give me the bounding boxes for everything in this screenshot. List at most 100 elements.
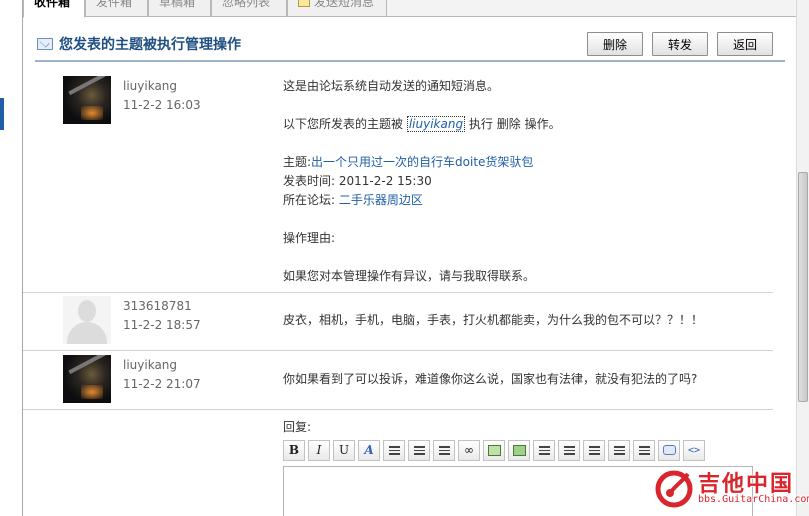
editor-toolbar: B I U A ∞ <> (283, 440, 723, 462)
unordered-list-icon (564, 446, 575, 455)
avatar-light (81, 106, 103, 120)
notice-footer: 如果您对本管理操作有异议，请与我取得联系。 (283, 269, 536, 283)
bold-button[interactable]: B (283, 440, 305, 461)
message-divider (23, 292, 773, 293)
message-time: 11-2-2 16:03 (123, 98, 201, 112)
outdent-button[interactable] (608, 440, 630, 461)
italic-icon: I (316, 443, 322, 457)
watermark-url: bbs.GuitarChina.com (698, 494, 809, 505)
notice-intro: 这是由论坛系统自动发送的通知短消息。 (283, 79, 500, 93)
operator-link[interactable]: liuyikang (406, 116, 466, 132)
indent-icon (589, 446, 600, 455)
delete-button[interactable]: 删除 (587, 32, 643, 56)
message-divider (23, 350, 773, 351)
align-right-icon (439, 446, 450, 455)
avatar[interactable] (63, 355, 111, 403)
reason-label: 操作理由: (283, 231, 336, 245)
operation-suffix: 操作。 (524, 117, 561, 131)
operation-line: 以下您所发表的主题被 liuyikang 执行 删除 操作。 (283, 115, 763, 134)
posttime-label: 发表时间: (283, 174, 336, 188)
align-left-button[interactable] (383, 440, 405, 461)
tab-send-message[interactable]: 发送短消息 (287, 0, 387, 17)
forward-button[interactable]: 转发 (652, 32, 708, 56)
message-header: 您发表的主题被执行管理操作 删除 转发 返回 (35, 30, 785, 62)
message-body: 皮衣，相机，手机，电脑，手表，打火机都能卖，为什么我的包不可以？？！！ (283, 311, 763, 330)
quote-icon (663, 445, 676, 455)
message-time: 11-2-2 18:57 (123, 318, 201, 332)
align-left-icon (389, 446, 400, 455)
posttime-value: 2011-2-2 15:30 (338, 174, 432, 188)
operation-prefix: 以下您所发表的主题被 (283, 117, 404, 131)
message-author[interactable]: liuyikang (123, 358, 177, 372)
avatar-placeholder-body (67, 322, 107, 344)
tab-outbox[interactable]: 发件箱 (85, 0, 148, 17)
link-icon: ∞ (464, 443, 474, 457)
media-button[interactable] (508, 440, 530, 461)
message-text: 你如果看到了可以投诉，难道像你这么说，国家也有法律，就没有犯法的了吗? (283, 372, 698, 386)
background-page-accent (0, 98, 4, 130)
image-icon (488, 445, 501, 456)
tab-ignore-list[interactable]: 忽略列表 (211, 0, 287, 17)
message-body: 这是由论坛系统自动发送的通知短消息。 以下您所发表的主题被 liuyikang … (283, 77, 763, 286)
avatar-placeholder-head (78, 300, 96, 322)
message-text: 皮衣，相机，手机，电脑，手表，打火机都能卖，为什么我的包不可以？？！！ (283, 313, 704, 327)
tab-send-label: 发送短消息 (314, 0, 375, 9)
reply-label: 回复: (283, 420, 312, 434)
float-button[interactable] (633, 440, 655, 461)
tab-inbox-label: 收件箱 (34, 0, 71, 9)
bold-icon: B (288, 443, 300, 457)
message-time: 11-2-2 21:07 (123, 377, 201, 391)
align-center-button[interactable] (408, 440, 430, 461)
unordered-list-button[interactable] (558, 440, 580, 461)
avatar[interactable] (63, 296, 111, 344)
font-color-icon: A (364, 443, 374, 457)
forum-label: 所在论坛: (283, 193, 336, 207)
envelope-icon (37, 38, 53, 50)
guitar-logo-icon (655, 470, 693, 508)
message-author[interactable]: liuyikang (123, 79, 177, 93)
forum-link[interactable]: 二手乐器周边区 (339, 193, 423, 207)
media-icon (513, 445, 526, 456)
font-color-button[interactable]: A (358, 440, 380, 461)
tab-outbox-label: 发件箱 (96, 0, 133, 9)
tab-drafts[interactable]: 草稿箱 (148, 0, 211, 17)
ordered-list-button[interactable] (533, 440, 555, 461)
subject-link[interactable]: 出一个只用过一次的自行车doite货架驮包 (311, 155, 533, 169)
align-right-button[interactable] (433, 440, 455, 461)
outdent-icon (614, 446, 625, 455)
scrollbar-thumb[interactable] (798, 172, 808, 402)
float-icon (639, 446, 650, 455)
align-center-icon (414, 446, 425, 455)
link-button[interactable]: ∞ (458, 440, 480, 461)
background-page-strip (0, 0, 24, 516)
indent-button[interactable] (583, 440, 605, 461)
avatar[interactable] (63, 76, 111, 124)
avatar-light (81, 385, 103, 399)
subject-label: 主题: (283, 155, 312, 169)
code-icon: <> (687, 445, 701, 456)
message-author[interactable]: 313618781 (123, 299, 192, 313)
subject-line: 主题:出一个只用过一次的自行车doite货架驮包 (283, 153, 763, 172)
tab-drafts-label: 草稿箱 (159, 0, 196, 9)
pm-tabs: 收件箱 发件箱 草稿箱 忽略列表 发送短消息 (23, 0, 797, 18)
underline-button[interactable]: U (333, 440, 355, 461)
underline-icon: U (338, 443, 350, 457)
posttime-line: 发表时间: 2011-2-2 15:30 (283, 172, 763, 191)
message-body: 你如果看到了可以投诉，难道像你这么说，国家也有法律，就没有犯法的了吗? (283, 370, 763, 389)
site-watermark: 吉他中国 bbs.GuitarChina.com (654, 466, 809, 512)
quote-button[interactable] (658, 440, 680, 461)
compose-icon (298, 0, 310, 7)
italic-button[interactable]: I (308, 440, 330, 461)
page-title: 您发表的主题被执行管理操作 (59, 37, 241, 53)
back-button[interactable]: 返回 (717, 32, 773, 56)
operation-action: 删除 (496, 117, 521, 131)
forum-line: 所在论坛: 二手乐器周边区 (283, 191, 763, 210)
pm-dialog: 收件箱 发件箱 草稿箱 忽略列表 发送短消息 您发表的主题被执行管理操作 删除 … (22, 0, 797, 516)
avatar-guitar-neck (68, 76, 106, 96)
operation-mid: 执行 (468, 117, 493, 131)
tab-ignore-label: 忽略列表 (222, 0, 271, 9)
code-button[interactable]: <> (683, 440, 705, 461)
image-button[interactable] (483, 440, 505, 461)
message-divider (23, 409, 773, 410)
tab-inbox[interactable]: 收件箱 (23, 0, 85, 18)
